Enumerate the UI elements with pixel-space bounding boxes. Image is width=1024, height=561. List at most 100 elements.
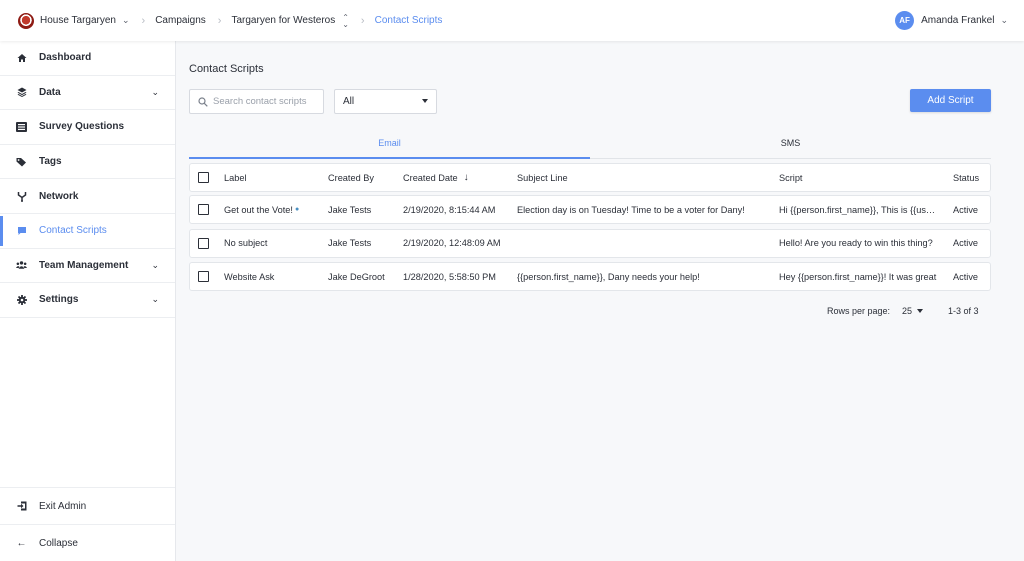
list-icon	[16, 121, 27, 132]
status-filter-select[interactable]: All	[334, 89, 437, 114]
table-row[interactable]: Get out the Vote! ● Jake Tests 2/19/2020…	[189, 195, 991, 224]
sidebar-item-label: Data	[39, 86, 61, 98]
sidebar-item-settings[interactable]: Settings ⌄	[0, 283, 175, 318]
chevron-down-icon: ⌄	[1000, 15, 1008, 25]
arrow-left-icon: ←	[16, 537, 27, 549]
dropdown-arrow-icon	[917, 309, 924, 313]
column-header-created-by[interactable]: Created By	[328, 164, 398, 191]
search-box[interactable]	[189, 89, 324, 114]
sidebar: Dashboard Data ⌄ Survey Questions Tags N…	[0, 41, 176, 561]
column-header-status[interactable]: Status	[953, 164, 988, 191]
row-created-by: Jake Tests	[328, 238, 372, 248]
row-script-cell: Hello! Are you ready to win this thing?	[779, 230, 941, 257]
select-all-cell	[198, 164, 210, 191]
tag-icon	[16, 156, 27, 167]
row-label-cell: Get out the Vote! ●	[224, 196, 322, 223]
page-title: Contact Scripts	[189, 63, 264, 75]
column-header-subject[interactable]: Subject Line	[517, 164, 772, 191]
sidebar-item-survey-questions[interactable]: Survey Questions	[0, 110, 175, 145]
exit-admin-button[interactable]: Exit Admin	[0, 487, 175, 524]
network-icon	[16, 191, 27, 202]
row-script: Hello! Are you ready to win this thing?	[779, 238, 933, 248]
unfold-icon: ⌃ ⌄	[342, 12, 349, 29]
column-header-label[interactable]: Label	[224, 164, 322, 191]
row-label: Website Ask	[224, 271, 275, 282]
breadcrumb-current: Contact Scripts	[374, 15, 443, 26]
column-header-created-date-label: Created Date	[403, 172, 458, 183]
table-row[interactable]: Website Ask Jake DeGroot 1/28/2020, 5:58…	[189, 262, 991, 291]
chevron-down-icon: ⌄	[121, 15, 130, 25]
row-checkbox[interactable]	[198, 204, 209, 215]
top-bar: House Targaryen ⌄ › Campaigns › Targarye…	[0, 0, 1024, 41]
row-created-date: 2/19/2020, 8:15:44 AM	[403, 204, 496, 215]
sidebar-item-label: Survey Questions	[39, 121, 125, 133]
row-script-cell: Hey {{person.first_name}}! It was great	[779, 263, 941, 290]
column-header-script[interactable]: Script	[779, 164, 941, 191]
home-icon	[16, 52, 27, 63]
chevron-down-icon: ⌄	[151, 259, 159, 270]
chevron-down-icon: ⌄	[151, 294, 159, 305]
pagination-range: 1-3 of 3	[948, 306, 979, 316]
column-header-created-date[interactable]: Created Date ↓	[403, 164, 511, 191]
sidebar-item-label: Contact Scripts	[39, 225, 107, 237]
dropdown-arrow-icon	[422, 99, 428, 103]
rows-per-page-select[interactable]: 25	[902, 306, 924, 316]
org-switcher[interactable]: House Targaryen ⌄	[40, 15, 130, 26]
rows-per-page-label: Rows per page:	[827, 306, 891, 316]
row-subject	[517, 230, 772, 257]
sidebar-item-network[interactable]: Network	[0, 179, 175, 214]
sidebar-item-contact-scripts[interactable]: Contact Scripts	[0, 214, 175, 249]
sidebar-item-dashboard[interactable]: Dashboard	[0, 41, 175, 76]
sidebar-item-data[interactable]: Data ⌄	[0, 76, 175, 111]
sidebar-item-label: Team Management	[39, 259, 129, 271]
sidebar-item-label: Tags	[39, 156, 62, 168]
row-created-date: 1/28/2020, 5:58:50 PM	[403, 271, 496, 282]
campaign-name: Targaryen for Westeros	[231, 15, 336, 26]
rows-per-page-value: 25	[902, 306, 913, 316]
chevron-down-icon: ⌄	[151, 86, 159, 97]
chevron-right-icon: ›	[360, 14, 365, 27]
sidebar-item-team-management[interactable]: Team Management ⌄	[0, 249, 175, 284]
chevron-right-icon: ›	[141, 14, 146, 27]
row-created-date: 2/19/2020, 12:48:09 AM	[403, 238, 501, 248]
row-checkbox[interactable]	[198, 271, 209, 282]
row-subject: Election day is on Tuesday! Time to be a…	[517, 204, 745, 215]
sidebar-item-label: Dashboard	[39, 52, 92, 64]
sort-descending-icon: ↓	[463, 172, 469, 183]
tab-bar: Email SMS	[189, 129, 991, 159]
sidebar-item-label: Network	[39, 190, 79, 202]
user-name: Amanda Frankel	[921, 15, 995, 26]
table-header: Label Created By Created Date ↓ Subject …	[189, 163, 991, 192]
row-checkbox-cell	[198, 263, 210, 290]
add-script-button[interactable]: Add Script	[910, 89, 991, 112]
org-logo-icon	[18, 12, 34, 29]
tab-sms[interactable]: SMS	[590, 129, 991, 158]
sidebar-item-tags[interactable]: Tags	[0, 145, 175, 180]
tab-email[interactable]: Email	[189, 129, 590, 159]
search-input[interactable]	[213, 96, 323, 107]
layers-icon	[16, 87, 27, 98]
row-script-cell: Hi {{person.first_name}}, This is {{user…	[779, 196, 941, 223]
row-status: Active	[953, 204, 979, 215]
chat-icon	[16, 225, 27, 236]
row-created-by: Jake DeGroot	[328, 271, 385, 282]
row-subject: {{person.first_name}}, Dany needs your h…	[517, 271, 700, 282]
row-status: Active	[953, 238, 979, 248]
scripts-table: Label Created By Created Date ↓ Subject …	[189, 163, 991, 296]
sidebar-footer: Exit Admin ← Collapse	[0, 487, 175, 561]
row-script: Hey {{person.first_name}}! It was great	[779, 271, 937, 282]
user-menu[interactable]: AF Amanda Frankel ⌄	[895, 11, 1024, 30]
collapse-sidebar-button[interactable]: ← Collapse	[0, 524, 175, 561]
row-checkbox[interactable]	[198, 237, 209, 249]
campaign-switcher[interactable]: Targaryen for Westeros ⌃ ⌄	[231, 12, 349, 29]
table-row[interactable]: No subject Jake Tests 2/19/2020, 12:48:0…	[189, 228, 991, 258]
team-icon	[16, 260, 27, 271]
row-script: Hi {{person.first_name}}, This is {{user…	[779, 204, 939, 215]
gear-icon	[16, 294, 27, 305]
avatar: AF	[895, 11, 915, 30]
select-all-checkbox[interactable]	[198, 172, 209, 183]
status-filter-value: All	[343, 96, 355, 107]
search-icon	[198, 96, 208, 107]
exit-admin-label: Exit Admin	[39, 500, 87, 512]
breadcrumb-campaigns[interactable]: Campaigns	[155, 15, 206, 26]
